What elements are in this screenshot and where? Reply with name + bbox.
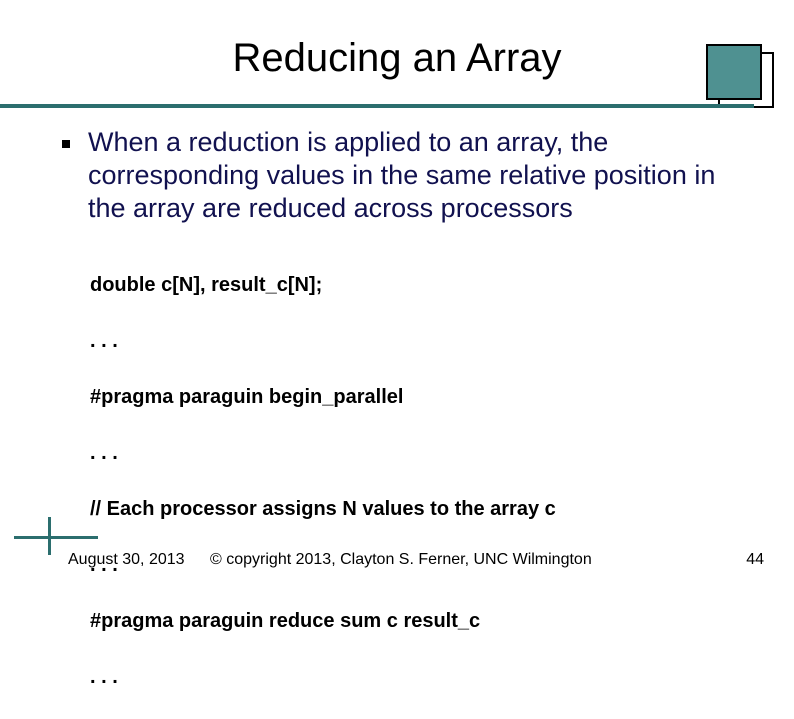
code-line: . . . [90,327,754,355]
code-line: double c[N], result_c[N]; [90,271,754,299]
page-number: 44 [746,551,764,569]
footer-copyright: © copyright 2013, Clayton S. Ferner, UNC… [210,551,592,569]
code-line: // Each processor assigns N values to th… [90,495,754,523]
title-underline [0,104,794,108]
square-front [706,44,762,100]
code-line: . . . [90,663,754,691]
bullet-icon [62,140,70,148]
bullet-text: When a reduction is applied to an array,… [88,126,754,225]
code-line: #pragma paraguin reduce sum c result_c [90,607,754,635]
code-block: double c[N], result_c[N]; . . . #pragma … [90,243,754,719]
slide-title: Reducing an Array [0,0,794,99]
code-line: #pragma paraguin begin_parallel [90,383,754,411]
footer-date: August 30, 2013 [68,551,185,569]
content-area: When a reduction is applied to an array,… [62,126,754,719]
code-line: . . . [90,439,754,467]
bullet-item: When a reduction is applied to an array,… [62,126,754,225]
slide: Reducing an Array When a reduction is ap… [0,0,794,595]
footer-decoration [14,523,98,553]
